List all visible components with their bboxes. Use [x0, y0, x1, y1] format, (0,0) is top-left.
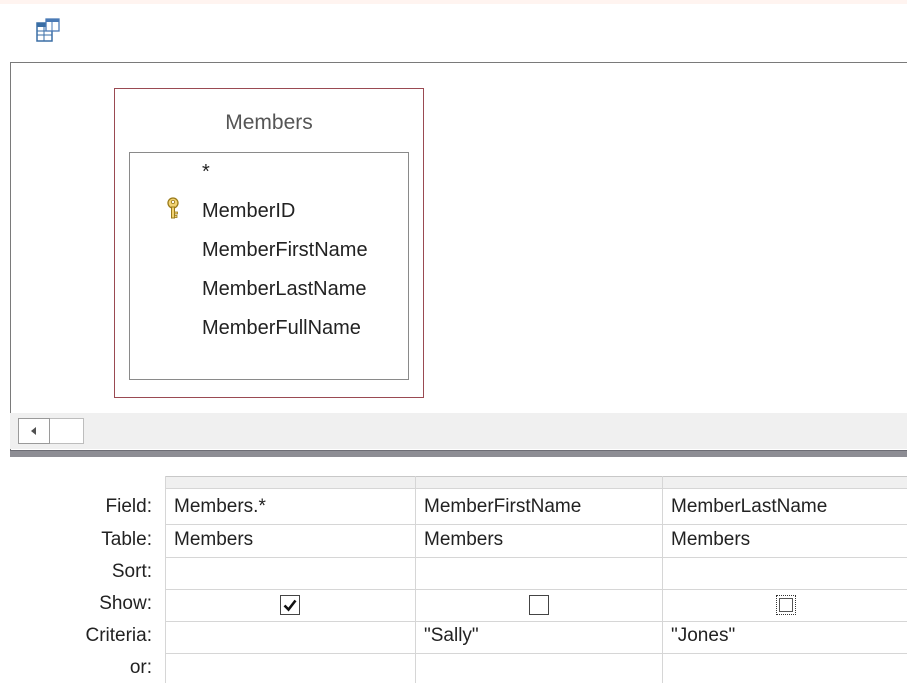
grid-line [165, 488, 907, 489]
checkmark-icon [283, 599, 297, 612]
row-label-or: or: [129, 657, 152, 678]
horizontal-scrollbar[interactable] [10, 413, 907, 449]
field-all-columns[interactable]: * [202, 161, 210, 184]
show-checkbox-col1[interactable] [280, 595, 300, 615]
scroll-left-button[interactable] [18, 418, 50, 444]
scroll-thumb[interactable] [50, 418, 84, 444]
row-label-sort: Sort: [111, 561, 152, 582]
show-checkbox-col2[interactable] [529, 595, 549, 615]
show-checkbox-col3[interactable] [776, 595, 796, 615]
grid-line [165, 589, 907, 590]
grid-line [415, 476, 416, 683]
grid-line [165, 557, 907, 558]
field-list[interactable]: * MemberID MemberFirstName MemberLastNam… [129, 152, 409, 380]
arrow-left-icon [31, 427, 36, 435]
cell-criteria-col3[interactable]: "Jones" [671, 625, 735, 647]
field-memberfullname[interactable]: MemberFullName [202, 317, 361, 340]
cell-field-col3[interactable]: MemberLastName [671, 496, 827, 518]
field-memberlastname[interactable]: MemberLastName [202, 278, 367, 301]
grid-line [165, 476, 166, 683]
row-label-show: Show: [99, 593, 152, 614]
field-memberfirstname[interactable]: MemberFirstName [202, 239, 368, 262]
row-label-table: Table: [101, 529, 152, 550]
field-memberid[interactable]: MemberID [202, 200, 295, 223]
members-field-list-window[interactable]: Members * MemberID MemberFirstName Membe… [114, 88, 424, 398]
grid-line [165, 621, 907, 622]
row-label-field: Field: [105, 496, 152, 517]
grid-line [165, 524, 907, 525]
window-top-strip [0, 0, 907, 4]
query-design-icon [36, 18, 60, 42]
grid-line [662, 476, 663, 683]
grid-line [165, 653, 907, 654]
cell-criteria-col2[interactable]: "Sally" [424, 625, 479, 647]
cell-table-col3[interactable]: Members [671, 529, 750, 551]
row-label-criteria: Criteria: [85, 625, 152, 646]
cell-table-col1[interactable]: Members [174, 529, 253, 551]
table-title[interactable]: Members [115, 111, 423, 135]
primary-key-icon [167, 197, 179, 219]
cell-field-col1[interactable]: Members.* [174, 496, 266, 518]
cell-table-col2[interactable]: Members [424, 529, 503, 551]
cell-field-col2[interactable]: MemberFirstName [424, 496, 581, 518]
